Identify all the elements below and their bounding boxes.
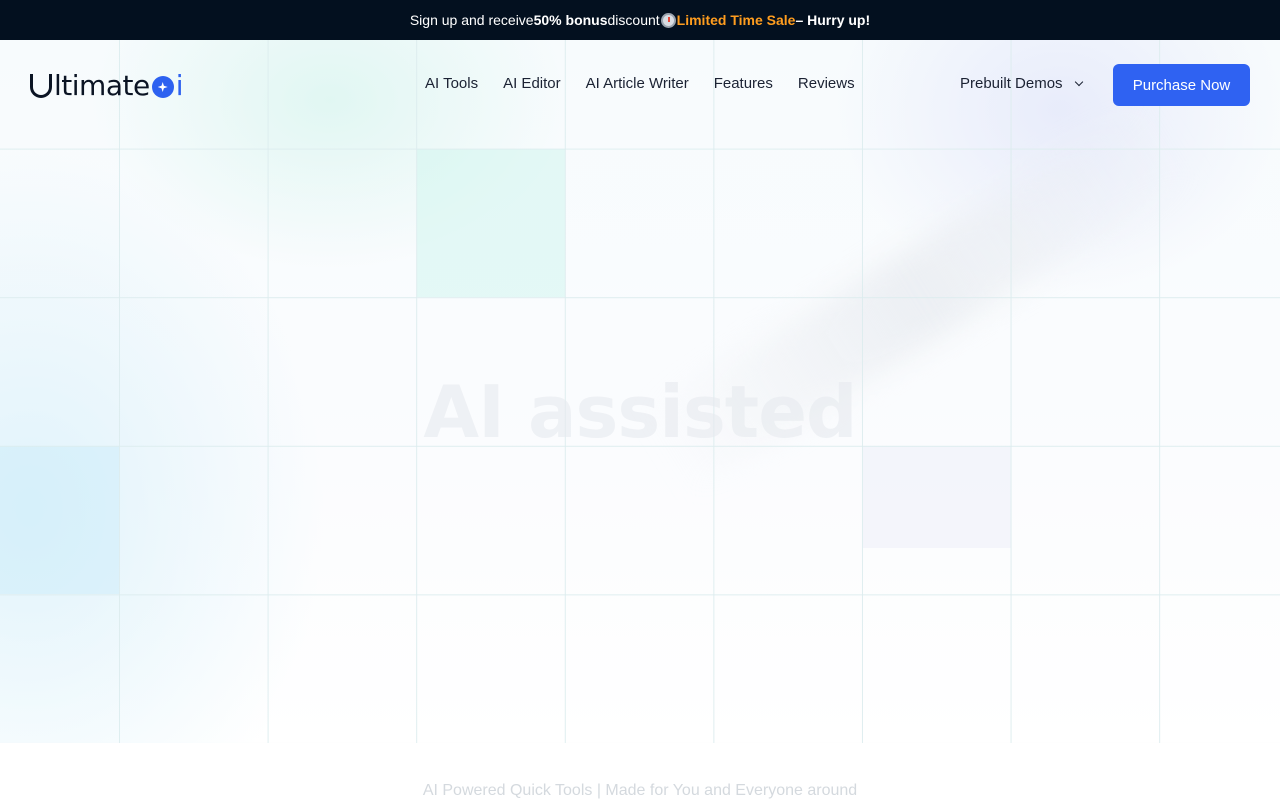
hero-subtitle: AI Powered Quick Tools | Made for You an…	[422, 782, 858, 799]
promo-bar: Sign up and receive 50% bonus discount L…	[0, 0, 1280, 40]
logo-sparkle-icon	[151, 76, 174, 98]
chevron-down-icon	[1074, 77, 1083, 86]
promo-text-after: discount	[607, 12, 660, 28]
nav-reviews[interactable]: Reviews	[798, 75, 855, 92]
nav-ai-editor[interactable]: AI Editor	[503, 75, 561, 92]
nav-features[interactable]: Features	[714, 75, 773, 92]
promo-sale: Limited Time Sale	[676, 12, 796, 28]
stopwatch-icon	[660, 12, 676, 28]
logo-suffix: i	[175, 68, 184, 102]
logo[interactable]: ltimate i	[30, 68, 184, 102]
hero-section: AI assisted	[0, 40, 1280, 743]
promo-bonus: 50% bonus	[533, 12, 608, 28]
prebuilt-demos-label: Prebuilt Demos	[960, 75, 1063, 92]
promo-hurry: – Hurry up!	[795, 12, 871, 28]
logo-u-mark	[30, 74, 52, 98]
nav-ai-tools[interactable]: AI Tools	[425, 75, 478, 92]
navbar: ltimate i AI Tools AI Editor AI Article …	[0, 40, 1280, 130]
hero-title: AI assisted	[423, 370, 857, 454]
prebuilt-demos-dropdown[interactable]: Prebuilt Demos	[960, 75, 1083, 92]
logo-text: ltimate	[54, 68, 150, 102]
promo-text: Sign up and receive	[409, 12, 534, 28]
main-nav: AI Tools AI Editor AI Article Writer Fea…	[425, 75, 855, 92]
nav-ai-article-writer[interactable]: AI Article Writer	[586, 75, 689, 92]
purchase-now-button[interactable]: Purchase Now	[1113, 64, 1250, 106]
